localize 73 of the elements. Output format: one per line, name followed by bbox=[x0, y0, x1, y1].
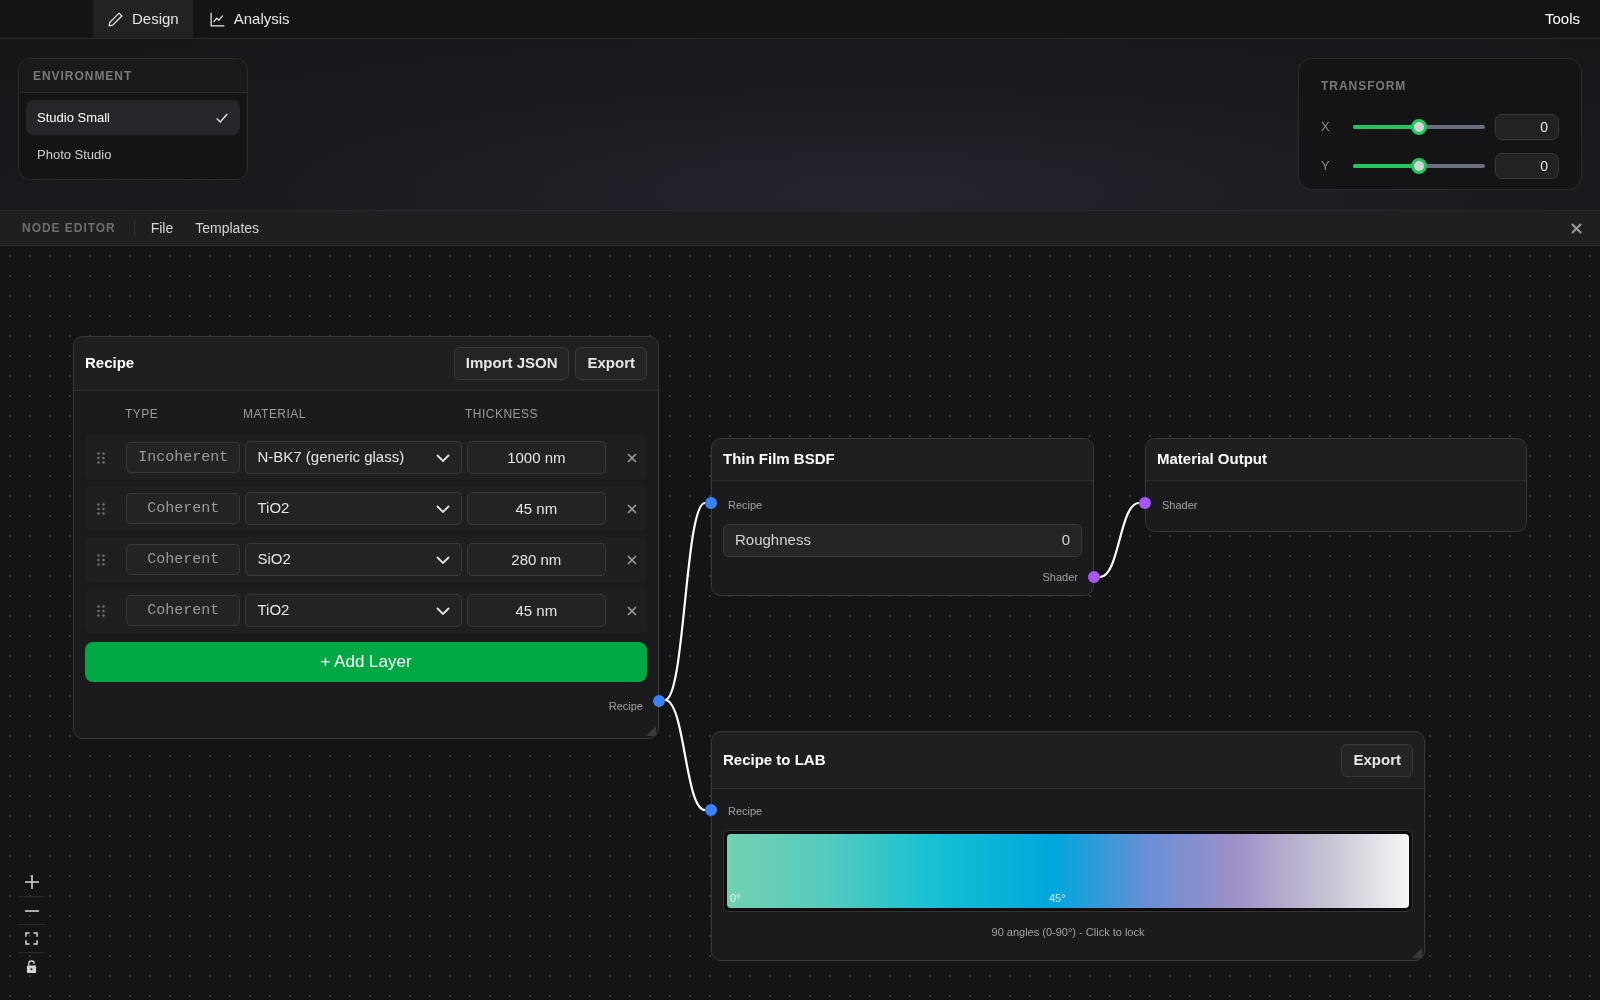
axis-label: X bbox=[1321, 117, 1331, 136]
drag-handle-icon[interactable] bbox=[97, 451, 105, 464]
thickness-field[interactable]: 45 nm bbox=[466, 594, 607, 627]
chevron-down-icon bbox=[435, 606, 450, 615]
close-icon[interactable] bbox=[1571, 222, 1582, 234]
value-field[interactable]: 0 bbox=[1495, 152, 1559, 179]
zoom-out-icon bbox=[24, 909, 39, 912]
pencil-icon bbox=[107, 10, 124, 28]
socket-label: Shader bbox=[1042, 569, 1078, 585]
resize-handle-icon bbox=[1412, 948, 1422, 958]
drag-handle-icon[interactable] bbox=[97, 604, 105, 617]
angle-label: 0° bbox=[730, 891, 741, 906]
socket-port[interactable] bbox=[1139, 497, 1151, 509]
node-title: Material Output bbox=[1157, 449, 1267, 470]
slider[interactable] bbox=[1353, 157, 1485, 174]
chevron-down-icon bbox=[435, 555, 450, 564]
thickness-field[interactable]: 1000 nm bbox=[466, 441, 607, 474]
socket-port[interactable] bbox=[1088, 571, 1100, 583]
nav-tab[interactable]: Analysis bbox=[194, 0, 304, 38]
socket-port[interactable] bbox=[705, 804, 717, 816]
environment-option[interactable]: Photo Studio bbox=[26, 137, 240, 172]
slider[interactable] bbox=[1353, 118, 1485, 135]
caption-text: 90 angles (0-90°) - Click to lock bbox=[991, 924, 1145, 940]
panel-title: TRANSFORM bbox=[1321, 78, 1408, 95]
column-header: MATERIAL bbox=[243, 406, 307, 423]
node-title: Recipe to LAB bbox=[723, 749, 826, 770]
menu-item[interactable]: Templates bbox=[195, 217, 260, 239]
thickness-field[interactable]: 45 nm bbox=[466, 492, 607, 525]
remove-icon[interactable] bbox=[627, 554, 637, 565]
drag-handle-icon[interactable] bbox=[97, 502, 105, 515]
socket-label: Shader bbox=[1162, 498, 1198, 513]
socket-port[interactable] bbox=[653, 695, 665, 707]
remove-icon[interactable] bbox=[627, 452, 637, 463]
environment-option[interactable]: Studio Small bbox=[26, 100, 240, 135]
material-select[interactable]: TiO2 bbox=[245, 594, 462, 627]
socket-port[interactable] bbox=[705, 497, 717, 509]
remove-icon[interactable] bbox=[627, 605, 637, 616]
material-select[interactable]: SiO2 bbox=[245, 543, 462, 576]
type-field[interactable]: Coherent bbox=[125, 544, 241, 575]
line-chart-icon bbox=[208, 10, 226, 28]
type-field[interactable]: Incoherent bbox=[125, 442, 241, 473]
chevron-down-icon bbox=[435, 453, 450, 462]
padlock-icon bbox=[26, 960, 37, 973]
zoom-in-icon bbox=[24, 875, 39, 889]
socket-label: Recipe bbox=[728, 498, 764, 513]
value-field[interactable]: 0 bbox=[1495, 113, 1559, 140]
editor-title: NODE EDITOR bbox=[22, 219, 135, 237]
material-select[interactable]: TiO2 bbox=[245, 492, 462, 525]
node-title: Thin Film BSDF bbox=[723, 449, 835, 470]
type-field[interactable]: Coherent bbox=[125, 595, 241, 626]
axis-label: Y bbox=[1321, 156, 1331, 175]
panel-title: ENVIRONMENT bbox=[33, 67, 133, 85]
header-button[interactable]: Import JSON bbox=[453, 347, 570, 380]
header-button[interactable]: Export bbox=[1341, 743, 1413, 777]
material-select[interactable]: N-BK7 (generic glass) bbox=[245, 441, 462, 474]
nav-tab[interactable]: Design bbox=[93, 0, 193, 38]
header-button[interactable]: Export bbox=[575, 347, 647, 380]
socket-label: Recipe bbox=[728, 804, 763, 819]
roughness-field[interactable]: Roughness 0 bbox=[723, 523, 1082, 557]
thickness-field[interactable]: 280 nm bbox=[466, 543, 607, 576]
drag-handle-icon[interactable] bbox=[97, 553, 105, 566]
angle-label: 45° bbox=[1049, 891, 1066, 906]
column-header: TYPE bbox=[125, 406, 160, 423]
chevron-down-icon bbox=[435, 504, 450, 513]
column-header: THICKNESS bbox=[465, 406, 539, 423]
fit-view-icon bbox=[25, 932, 38, 945]
tools-button[interactable]: Tools bbox=[1524, 0, 1600, 38]
socket-label: Recipe bbox=[608, 699, 643, 714]
menu-item[interactable]: File bbox=[150, 217, 174, 239]
remove-icon[interactable] bbox=[627, 503, 637, 514]
node-title: Recipe bbox=[85, 353, 135, 374]
resize-handle-icon bbox=[646, 726, 656, 736]
type-field[interactable]: Coherent bbox=[125, 493, 241, 524]
